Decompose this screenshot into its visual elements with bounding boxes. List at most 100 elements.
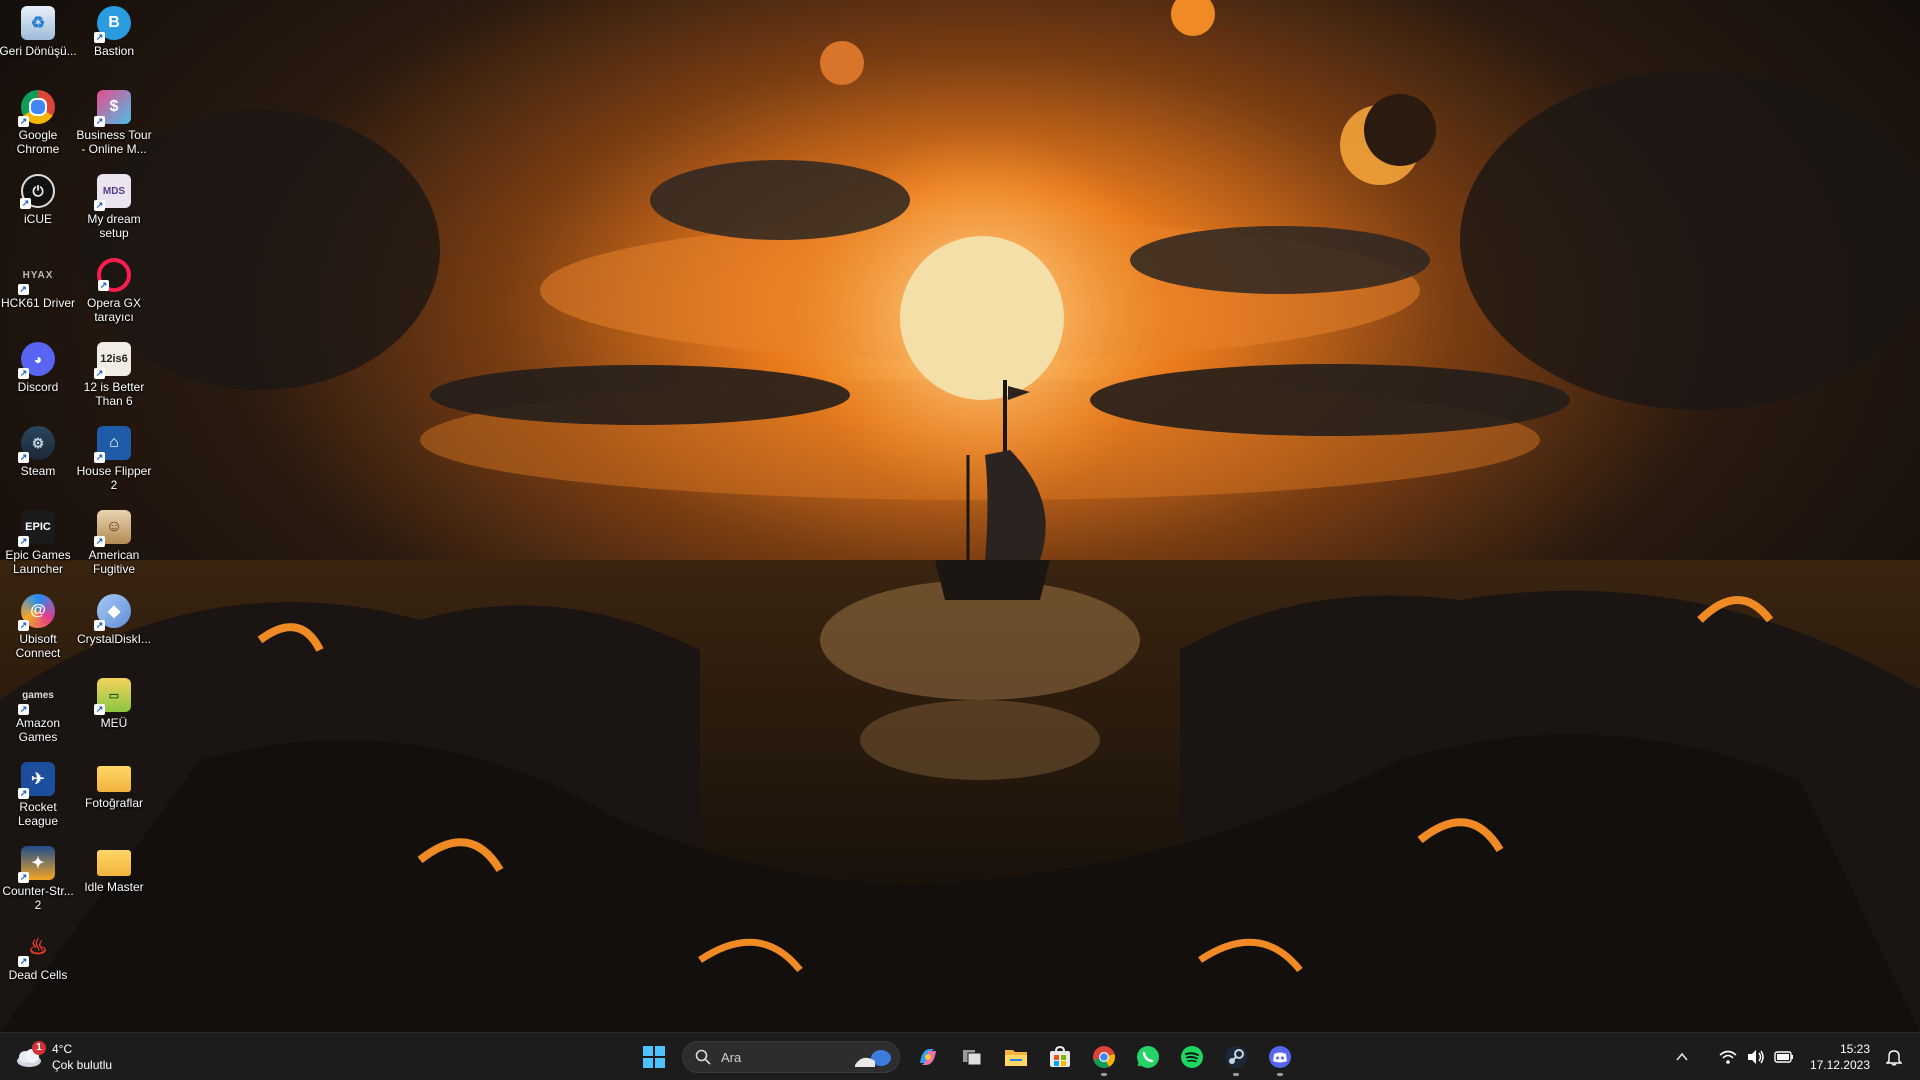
taskbar-file-explorer[interactable] [996, 1037, 1036, 1077]
volume-icon [1747, 1050, 1764, 1064]
taskbar-chrome[interactable] [1084, 1037, 1124, 1077]
tray-volume[interactable] [1744, 1045, 1768, 1069]
desktop-icon-steam[interactable]: ⚙ ↗ Steam [0, 420, 76, 500]
opera-gx-icon: ↗ [97, 258, 131, 292]
my-dream-setup-icon: MDS ↗ [94, 174, 131, 211]
amazon-games-icon: games ↗ [18, 689, 54, 715]
desktop-icon-label: Idle Master [84, 880, 144, 894]
folder-icon [97, 850, 131, 876]
desktop-icon-amazon-games[interactable]: games ↗ Amazon Games [0, 672, 76, 752]
whatsapp-icon [1137, 1046, 1159, 1068]
discord-icon: ◕ ↗ [18, 342, 55, 379]
desktop-icon-label: Google Chrome [16, 128, 60, 156]
desktop-icon-recycle-bin[interactable]: ♻ Geri Dönüşü... [0, 0, 77, 80]
desktop-icon-label: Counter-Str... 2 [2, 884, 74, 912]
taskbar-search-box[interactable]: Ara [682, 1041, 900, 1073]
desktop-icon-fotograflar[interactable]: Fotoğraflar [76, 756, 152, 836]
desktop-icon-rocket-league[interactable]: ✈ ↗ Rocket League [0, 756, 76, 836]
steam-icon: ⚙ ↗ [18, 426, 55, 463]
discord-icon [1269, 1046, 1291, 1068]
taskbar-copilot[interactable] [908, 1037, 948, 1077]
taskbar-discord[interactable] [1260, 1037, 1300, 1077]
counter-strike-2-icon: ✦ ↗ [18, 846, 55, 883]
desktop-icon-label: American Fugitive [88, 548, 140, 576]
desktop-icon-crystaldisk[interactable]: ◆ ↗ CrystalDiskI... [76, 588, 152, 668]
bastion-icon: B ↗ [94, 6, 131, 43]
search-icon [695, 1049, 711, 1065]
desktop-icon-business-tour[interactable]: $ ↗ Business Tour - Online M... [76, 84, 152, 164]
taskbar-microsoft-store[interactable] [1040, 1037, 1080, 1077]
start-button[interactable] [634, 1037, 674, 1077]
folder-icon [1005, 1050, 1027, 1066]
taskbar-spotify[interactable] [1172, 1037, 1212, 1077]
desktop-icon-12-is-better-than-6[interactable]: 12is6 ↗ 12 is Better Than 6 [76, 336, 152, 416]
battery-icon [1774, 1051, 1793, 1063]
taskbar: 1 4°C Çok bulutlu Ara 15:23 17.12.2023 [0, 1032, 1920, 1080]
ubisoft-connect-icon: @ ↗ [18, 594, 55, 631]
store-icon [1050, 1046, 1070, 1067]
chevron-up-icon [1676, 1052, 1688, 1061]
notification-center-button[interactable] [1882, 1045, 1906, 1069]
desktop-icon-bastion[interactable]: B ↗ Bastion [76, 0, 152, 80]
desktop-icon-label: Rocket League [17, 800, 59, 828]
icue-icon: ⏻ ↗ [20, 174, 55, 209]
hck61-driver-icon: HYAX ↗ [18, 269, 54, 295]
task-view-icon [963, 1050, 982, 1066]
weather-widget[interactable]: 1 4°C Çok bulutlu [14, 1039, 112, 1075]
dead-cells-icon: ♨ ↗ [18, 934, 48, 967]
desktop-icon-hck61-driver[interactable]: HYAX ↗ HCK61 Driver [0, 252, 76, 332]
tray-overflow-button[interactable] [1670, 1045, 1694, 1069]
clock-date: 17.12.2023 [1809, 1058, 1870, 1072]
steam-icon [1225, 1046, 1247, 1068]
desktop-icon-discord[interactable]: ◕ ↗ Discord [0, 336, 76, 416]
desktop-icon-my-dream-setup[interactable]: MDS ↗ My dream setup [76, 168, 152, 248]
desktop-icon-house-flipper-2[interactable]: ⌂ ↗ House Flipper 2 [76, 420, 152, 500]
tray-network[interactable] [1716, 1045, 1740, 1069]
desktop-icon-counter-strike-2[interactable]: ✦ ↗ Counter-Str... 2 [0, 840, 76, 920]
weather-temperature: 4°C [52, 1042, 73, 1056]
desktop-icon-label: iCUE [23, 212, 52, 226]
desktop-wallpaper [0, 0, 1920, 1032]
desktop-icon-label: HCK61 Driver [0, 296, 75, 310]
tray-battery[interactable] [1772, 1045, 1796, 1069]
desktop-icon-label: My dream setup [87, 212, 141, 240]
weather-condition: Çok bulutlu [52, 1058, 113, 1072]
desktop-icon-chrome[interactable]: ↗ Google Chrome [0, 84, 76, 164]
taskbar-whatsapp[interactable] [1128, 1037, 1168, 1077]
chrome-icon [1093, 1046, 1115, 1068]
desktop-icon-label: Fotoğraflar [84, 796, 144, 810]
system-tray: 15:23 17.12.2023 [1668, 1037, 1908, 1077]
spotify-icon [1181, 1046, 1203, 1068]
desktop-icon-icue[interactable]: ⏻ ↗ iCUE [0, 168, 76, 248]
desktop-icon-label: Ubisoft Connect [15, 632, 61, 660]
desktop-icon-label: Geri Dönüşü... [0, 44, 77, 58]
rocket-league-icon: ✈ ↗ [18, 762, 55, 799]
desktop-icon-label: 12 is Better Than 6 [83, 380, 145, 408]
taskbar-steam[interactable] [1216, 1037, 1256, 1077]
desktop-icon-meu[interactable]: ▭ ↗ MEÜ [76, 672, 152, 752]
taskbar-center: Ara [632, 1037, 1302, 1077]
meu-icon: ▭ ↗ [94, 678, 131, 715]
desktop-icon-ubisoft-connect[interactable]: @ ↗ Ubisoft Connect [0, 588, 76, 668]
desktop-icon-label: Bastion [93, 44, 135, 58]
american-fugitive-icon: ☺ ↗ [94, 510, 131, 547]
epic-games-icon: EPIC ↗ [18, 510, 55, 547]
clock-time: 15:23 [1839, 1042, 1870, 1056]
desktop-icon-label: Epic Games Launcher [5, 548, 71, 576]
crystaldisk-icon: ◆ ↗ [94, 594, 131, 631]
desktop-icon-epic-games[interactable]: EPIC ↗ Epic Games Launcher [0, 504, 76, 584]
taskbar-task-view[interactable] [952, 1037, 992, 1077]
search-highlight-icon [855, 1050, 891, 1067]
desktop-icon-dead-cells[interactable]: ♨ ↗ Dead Cells [0, 924, 76, 1004]
desktop-icon-label: Dead Cells [8, 968, 68, 982]
desktop-icon-label: Discord [17, 380, 59, 394]
desktop-icon-opera-gx[interactable]: ↗ Opera GX tarayıcı [76, 252, 152, 332]
desktop-icon-american-fugitive[interactable]: ☺ ↗ American Fugitive [76, 504, 152, 584]
desktop-icon-idle-master[interactable]: Idle Master [76, 840, 152, 920]
desktop-icon-label: Amazon Games [15, 716, 61, 744]
taskbar-clock[interactable]: 15:23 17.12.2023 [1810, 1041, 1870, 1073]
desktop-icon-label: CrystalDiskI... [76, 632, 151, 646]
desktop-icon-label: Opera GX tarayıcı [86, 296, 142, 324]
desktop-icon-label: Business Tour - Online M... [76, 128, 152, 156]
12-is-better-than-6-icon: 12is6 ↗ [94, 342, 131, 379]
